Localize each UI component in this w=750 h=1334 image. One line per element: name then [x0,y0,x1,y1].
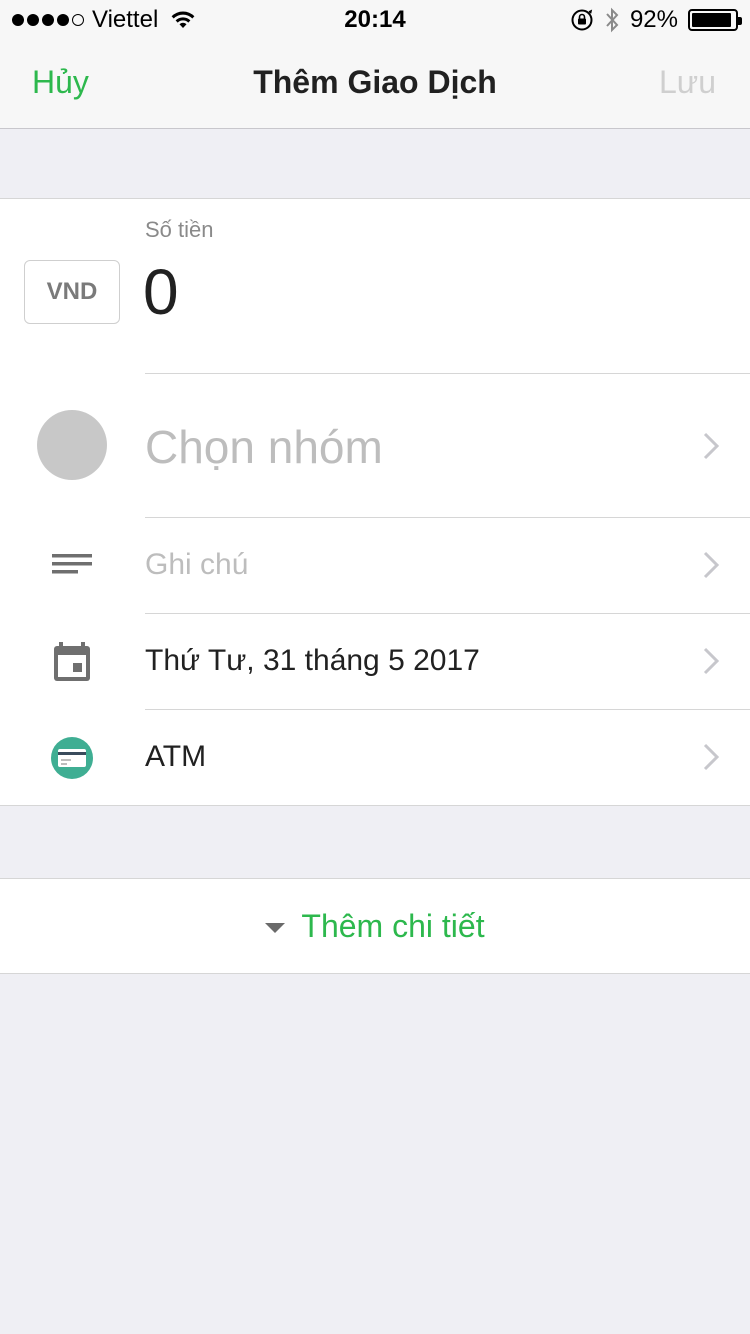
chevron-right-icon [703,551,720,579]
caret-down-icon [265,923,286,933]
transaction-form: Số tiền VND 0 Chọn nhóm Ghi chú Thứ Tư, … [0,198,750,806]
save-button[interactable]: Lưu [659,64,716,101]
add-details-label: Thêm chi tiết [301,907,485,944]
navigation-bar: Hủy Thêm Giao Dịch Lưu [0,40,750,129]
status-bar: Viettel 20:14 92% [0,0,750,40]
amount-input[interactable]: 0 [143,254,179,330]
wallet-row[interactable]: ATM [0,710,750,805]
battery-tip [738,17,742,25]
bluetooth-icon [606,7,619,33]
orientation-lock-icon [571,9,593,31]
battery-fill [692,13,731,27]
add-details-button[interactable]: Thêm chi tiết [0,878,750,974]
atm-card-icon [51,737,93,779]
battery-percent: 92% [629,6,678,33]
category-placeholder-icon [37,410,107,480]
notes-icon [52,554,92,574]
currency-button[interactable]: VND [24,260,120,324]
date-row[interactable]: Thứ Tư, 31 tháng 5 2017 [0,614,750,709]
page-title: Thêm Giao Dịch [253,64,497,100]
status-right: 92% [570,6,742,34]
battery-icon [688,9,742,31]
note-row[interactable]: Ghi chú [0,518,750,613]
category-placeholder: Chọn nhóm [145,421,383,473]
calendar-icon [54,642,90,681]
chevron-right-icon [703,432,720,460]
wallet-value: ATM [145,740,207,773]
note-placeholder: Ghi chú [145,548,249,581]
date-value: Thứ Tư, 31 tháng 5 2017 [145,644,480,677]
amount-label: Số tiền [145,217,214,242]
category-row[interactable]: Chọn nhóm [0,374,750,517]
chevron-right-icon [703,647,720,675]
chevron-right-icon [703,743,720,771]
